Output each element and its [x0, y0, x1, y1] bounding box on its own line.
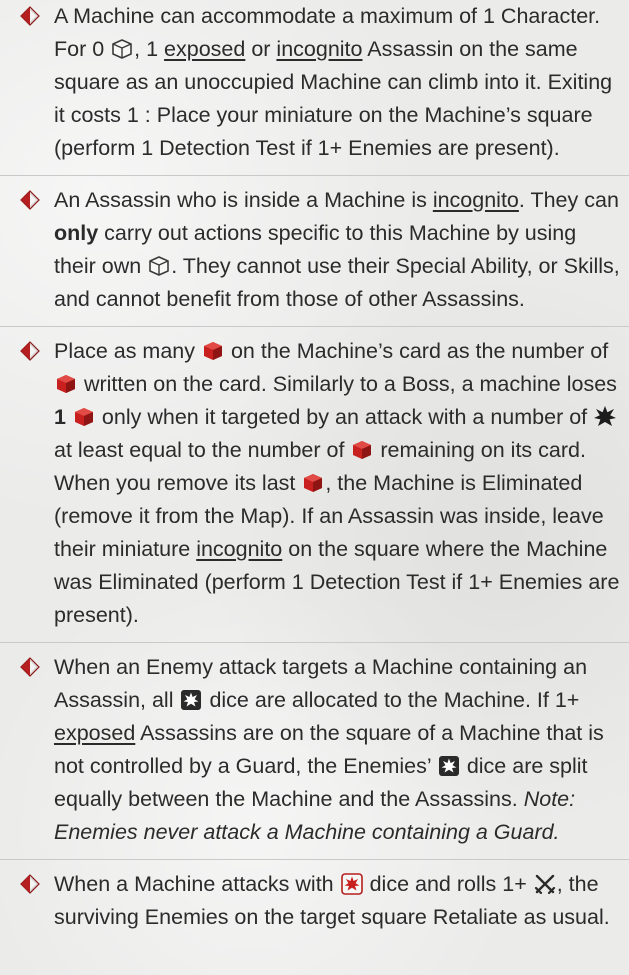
rule-text: When a Machine attacks with: [54, 872, 340, 896]
red-diamond-bullet-icon: [20, 6, 40, 26]
red-health-cube-icon: [55, 373, 77, 395]
rule-item: An Assassin who is inside a Machine is i…: [0, 175, 629, 326]
red-diamond-bullet-icon: [20, 657, 40, 677]
emphasis-only: only: [54, 221, 99, 245]
emphasis-one: 1: [54, 405, 66, 429]
rule-text: . They can: [518, 188, 619, 212]
black-enemy-die-icon: [180, 689, 202, 711]
rule-item: When a Machine attacks with dice and rol…: [0, 859, 629, 934]
red-health-cube-icon: [302, 472, 324, 494]
rule-text: at least equal to the number of: [54, 438, 351, 462]
rule-item: When an Enemy attack targets a Machine c…: [0, 642, 629, 859]
keyword-incognito: incognito: [276, 37, 363, 61]
rule-text: , 1: [134, 37, 165, 61]
black-enemy-die-icon: [438, 755, 460, 777]
white-action-cube-icon: [148, 255, 170, 277]
rule-text: or: [245, 37, 277, 61]
keyword-incognito: incognito: [432, 188, 519, 212]
rule-text: only when it targeted by an attack with …: [95, 405, 594, 429]
white-red-attack-die-icon: [341, 873, 363, 895]
red-diamond-bullet-icon: [20, 341, 40, 361]
white-action-cube-icon: [111, 38, 133, 60]
red-diamond-bullet-icon: [20, 190, 40, 210]
keyword-exposed: exposed: [164, 37, 246, 61]
red-health-cube-icon: [351, 439, 373, 461]
rule-text: written on the card. Similarly to a Boss…: [78, 372, 617, 396]
rule-text: on the Machine’s card as the number of: [224, 339, 609, 363]
rule-text: dice are allocated to the Machine. If 1+: [203, 688, 580, 712]
rules-list: A Machine can accommodate a maximum of 1…: [0, 0, 629, 934]
keyword-exposed: exposed: [54, 721, 136, 745]
rule-text: dice and rolls 1+: [363, 872, 533, 896]
rule-text: An Assassin who is inside a Machine is: [54, 188, 433, 212]
black-hit-star-icon: [594, 406, 616, 428]
keyword-incognito: incognito: [196, 537, 283, 561]
red-health-cube-icon: [202, 340, 224, 362]
red-diamond-bullet-icon: [20, 874, 40, 894]
rule-item: A Machine can accommodate a maximum of 1…: [0, 0, 629, 175]
red-health-cube-icon: [73, 406, 95, 428]
rule-text: Place as many: [54, 339, 201, 363]
rule-item: Place as many on the Machine’s card as t…: [0, 326, 629, 642]
crossed-swords-icon: [534, 873, 556, 895]
